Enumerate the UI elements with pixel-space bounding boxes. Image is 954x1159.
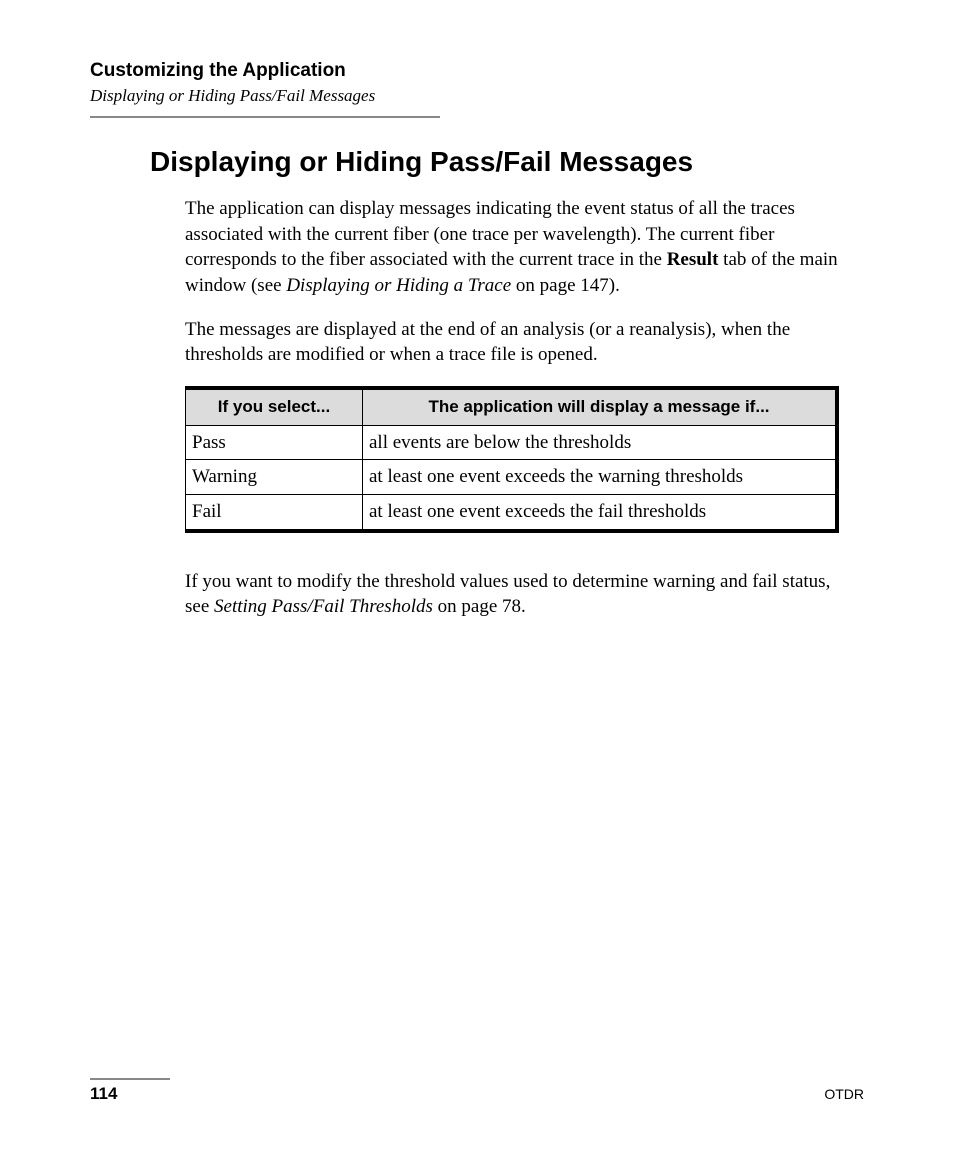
table-head-message: The application will display a message i… (363, 388, 838, 425)
xref-displaying-hiding-trace: Displaying or Hiding a Trace (286, 275, 511, 296)
page-footer: 114 OTDR (90, 1078, 864, 1104)
table-row: Pass all events are below the thresholds (186, 425, 838, 460)
text: on page 78. (433, 596, 526, 617)
doc-id: OTDR (824, 1086, 864, 1102)
paragraph-1: The application can display messages ind… (185, 196, 839, 299)
text: on page 147). (511, 275, 620, 296)
cell-select: Pass (186, 425, 363, 460)
cell-select: Warning (186, 460, 363, 495)
header-rule (90, 116, 440, 118)
cell-message: all events are below the thresholds (363, 425, 838, 460)
table-row: Warning at least one event exceeds the w… (186, 460, 838, 495)
cell-select: Fail (186, 495, 363, 531)
chapter-title: Customizing the Application (90, 60, 864, 82)
chapter-subsection: Displaying or Hiding Pass/Fail Messages (90, 86, 864, 106)
footer-rule (90, 1078, 170, 1080)
table-head-select: If you select... (186, 388, 363, 425)
passfail-table: If you select... The application will di… (185, 386, 839, 533)
table-row: Fail at least one event exceeds the fail… (186, 495, 838, 531)
result-tab-ref: Result (667, 249, 719, 270)
xref-setting-thresholds: Setting Pass/Fail Thresholds (214, 596, 433, 617)
cell-message: at least one event exceeds the fail thre… (363, 495, 838, 531)
paragraph-3: If you want to modify the threshold valu… (185, 569, 839, 620)
cell-message: at least one event exceeds the warning t… (363, 460, 838, 495)
page-number: 114 (90, 1084, 117, 1104)
paragraph-2: The messages are displayed at the end of… (185, 317, 839, 368)
section-title: Displaying or Hiding Pass/Fail Messages (150, 146, 864, 178)
